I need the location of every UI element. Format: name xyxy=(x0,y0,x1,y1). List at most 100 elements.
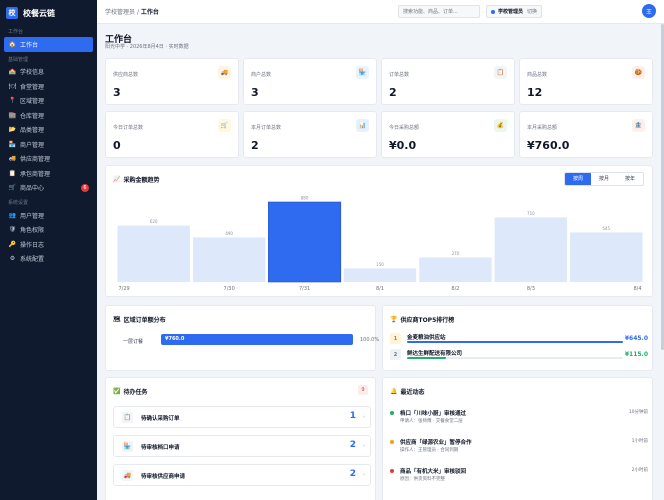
stat-card: 商户总数 3 🏪 xyxy=(243,58,377,105)
activity-subtitle: 原因：供货资料不完整 xyxy=(400,477,445,482)
page-subtitle: 阳光中学 · 2026年8月4日 · 实时数据 xyxy=(105,44,189,50)
stat-label: 商品总数 xyxy=(527,72,548,78)
ranking-number: 1 xyxy=(390,333,401,344)
trend-bar[interactable] xyxy=(192,237,266,282)
stat-card: 今日采购总额 ¥0.0 💰 xyxy=(381,111,515,158)
trend-bar[interactable] xyxy=(570,232,643,282)
distribution-title-text: 区域订单额分布 xyxy=(123,317,166,324)
sidebar-item-label: 供应商管理 xyxy=(20,156,51,164)
breadcrumb-parent[interactable]: 学校管理员 xyxy=(105,9,135,16)
trend-bar[interactable] xyxy=(343,268,417,282)
stat-value: 2 xyxy=(251,139,259,152)
check-icon: ✅ xyxy=(113,388,121,395)
trophy-icon: 🏆 xyxy=(390,316,398,323)
stat-card: 供应商总数 3 🚚 xyxy=(105,58,239,105)
ranking-row[interactable]: 2 鲜达生鲜配送有限公司 ¥115.0 xyxy=(390,349,648,363)
distribution-title: 🗺 区域订单额分布 xyxy=(113,315,166,324)
sidebar-nav: 工作台 🏠 工作台 基础管理 🏫 学校信息 🍽 食堂管理 📍 区域管理 🏬 仓库管理 📂 品类管理 🏪 商户管… xyxy=(0,28,97,266)
trend-bar-value: 150 xyxy=(376,262,384,267)
todo-card: ✅ 待办任务 9 📋 待确认采购订单 1 › 🏪 待审核档口申请 2 › 🚚 待审核供应商申请 2 › xyxy=(105,377,376,500)
sidebar-item[interactable]: 🍽 食堂管理 xyxy=(0,79,97,94)
sidebar-item-icon: 🍽 xyxy=(8,82,17,90)
sidebar-item[interactable]: 🏠 工作台 xyxy=(4,37,93,52)
chevron-right-icon: › xyxy=(363,443,365,449)
ranking-bar-track xyxy=(407,357,623,359)
todo-item-count: 2 xyxy=(349,440,356,450)
trend-bar[interactable] xyxy=(268,201,342,283)
brand[interactable]: 校 校餐云链 xyxy=(0,2,97,24)
activity-status-dot xyxy=(390,469,394,473)
trend-bar[interactable] xyxy=(419,257,492,282)
sidebar-section-label: 系统设置 xyxy=(8,200,29,206)
activity-item[interactable]: 商品「有机大米」审核驳回 原因：供货资料不完整 2小时前 xyxy=(390,467,648,495)
activity-item[interactable]: 供应商「绿源农业」暂停合作 操作人：王管理员 · 合同到期 1小时前 xyxy=(390,438,648,466)
ranking-row[interactable]: 1 金麦粮油供应站 ¥645.0 xyxy=(390,333,648,347)
trend-chart: 620 7/29 490 7/30 880 7/31 150 8/1 270 8/2 710 8/3 5… xyxy=(117,196,643,292)
ranking-bar-fill xyxy=(407,357,446,359)
sidebar-item-label: 商品中心 xyxy=(20,185,45,193)
trend-x-tick-label: 8/3 xyxy=(527,286,535,292)
distribution-bar-fill: ¥760.0 xyxy=(161,334,353,345)
avatar[interactable]: 王 xyxy=(642,4,656,18)
todo-item[interactable]: 🚚 待审核供应商申请 2 › xyxy=(113,464,371,486)
chevron-right-icon: › xyxy=(363,414,365,420)
search-input[interactable] xyxy=(398,5,480,18)
activity-card: 🔔 最近动态 档口「川味小厨」审核通过 申请人：张师傅 · 交餐食堂二层 10分钟前… xyxy=(382,377,653,500)
stat-icon: 📋 xyxy=(494,66,507,79)
sidebar-item[interactable]: 🚚 供应商管理 xyxy=(0,152,97,167)
stat-value: 0 xyxy=(113,139,121,152)
stat-label: 订单总数 xyxy=(389,72,410,78)
stat-value: 12 xyxy=(527,86,543,99)
role-switcher[interactable]: 学校管理员 切换 xyxy=(486,5,543,18)
stat-label: 商户总数 xyxy=(251,72,272,78)
switch-role-link[interactable]: 切换 xyxy=(527,8,537,15)
sidebar-item[interactable]: 🏪 商户管理 xyxy=(0,137,97,152)
ranking-card: 🏆 供应商TOP5排行榜 1 金麦粮油供应站 ¥645.0 2 鲜达生鲜配送有限公司 ¥1… xyxy=(382,305,653,371)
brand-logo: 校 xyxy=(6,7,18,19)
stat-label: 今日采购总额 xyxy=(389,125,420,131)
sidebar-item-icon: 🏪 xyxy=(8,140,17,148)
sidebar-item-icon: 🏠 xyxy=(8,40,17,48)
sidebar-item[interactable]: 📋 承包商管理 xyxy=(0,166,97,181)
todo-item[interactable]: 🏪 待审核档口申请 2 › xyxy=(113,435,371,457)
activity-item[interactable]: 档口「川味小厨」审核通过 申请人：张师傅 · 交餐食堂二层 10分钟前 xyxy=(390,409,648,437)
activity-title: 档口「川味小厨」审核通过 xyxy=(400,411,467,417)
breadcrumb-current: 工作台 xyxy=(140,9,159,16)
sidebar-item[interactable]: 👥 用户管理 xyxy=(0,208,97,223)
trend-bar[interactable] xyxy=(494,217,568,282)
todo-item[interactable]: 📋 待确认采购订单 1 › xyxy=(113,406,371,428)
activity-time: 1小时前 xyxy=(631,439,648,444)
trend-bar-value: 620 xyxy=(150,219,158,224)
sidebar-item[interactable]: 📍 区域管理 xyxy=(0,94,97,109)
sidebar-item[interactable]: 🏫 学校信息 xyxy=(0,65,97,80)
todo-title: ✅ 待办任务 xyxy=(113,387,148,396)
todo-item-icon: 🚚 xyxy=(122,470,133,481)
sidebar-item[interactable]: 🏬 仓库管理 xyxy=(0,108,97,123)
bell-icon: 🔔 xyxy=(390,388,398,395)
sidebar-item[interactable]: 🛡 角色权限 xyxy=(0,223,97,238)
todo-item-count: 1 xyxy=(349,411,356,421)
sidebar-item[interactable]: ⚙ 系统配置 xyxy=(0,252,97,267)
ranking-amount: ¥645.0 xyxy=(624,335,648,342)
ranking-title: 🏆 供应商TOP5排行榜 xyxy=(390,315,454,324)
sidebar-item[interactable]: 🛒 商品中心 6 xyxy=(0,181,97,196)
todo-item-count: 2 xyxy=(349,469,356,479)
main-content: 工作台 阳光中学 · 2026年8月4日 · 实时数据 供应商总数 3 🚚 商户总数 3… xyxy=(97,24,664,500)
sidebar-item-icon: 📍 xyxy=(8,97,17,105)
stat-icon: 📊 xyxy=(356,119,369,132)
trend-x-tick-label: 8/1 xyxy=(376,286,384,292)
sidebar-item[interactable]: 🔑 操作日志 xyxy=(0,237,97,252)
activity-title: 商品「有机大米」审核驳回 xyxy=(400,469,467,475)
stat-value: 2 xyxy=(389,86,397,99)
todo-item-icon: 📋 xyxy=(122,412,133,423)
trend-bar-value: 270 xyxy=(452,251,460,256)
sidebar-item[interactable]: 📂 品类管理 xyxy=(0,123,97,138)
trend-bar[interactable] xyxy=(117,225,190,282)
trend-x-tick-label: 7/30 xyxy=(224,286,235,292)
sidebar-section-label: 工作台 xyxy=(8,29,24,35)
trend-card: 📈 采购金额趋势 按周 按月 按年 620 7/29 490 7/30 880 7/31 150… xyxy=(105,165,653,297)
ranking-amount: ¥115.0 xyxy=(624,351,648,358)
sidebar-item-icon: 🛡 xyxy=(8,226,17,234)
stat-card: 本月采购总额 ¥760.0 🏦 xyxy=(519,111,653,158)
activity-subtitle: 申请人：张师傅 · 交餐食堂二层 xyxy=(400,419,463,424)
